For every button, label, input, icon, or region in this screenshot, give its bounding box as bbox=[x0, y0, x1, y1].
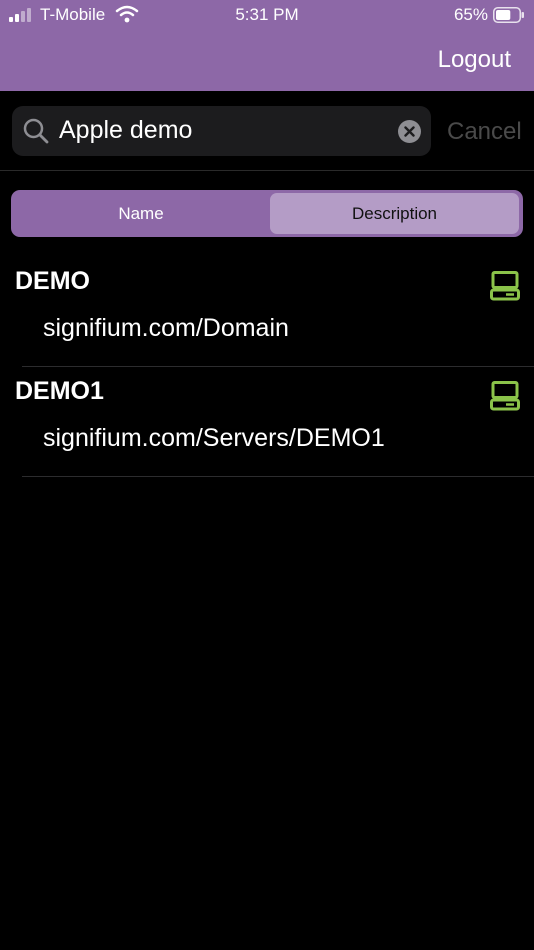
search-input[interactable]: Apple demo bbox=[59, 116, 192, 145]
computer-icon bbox=[490, 381, 520, 411]
item-subtitle: signifium.com/Servers/DEMO1 bbox=[43, 424, 385, 452]
item-title: DEMO1 bbox=[15, 377, 104, 405]
segment-name[interactable]: Name bbox=[14, 193, 268, 234]
logout-button[interactable]: Logout bbox=[438, 46, 511, 74]
cancel-button[interactable]: Cancel bbox=[447, 118, 522, 146]
item-subtitle: signifium.com/Domain bbox=[43, 314, 289, 342]
clear-icon[interactable] bbox=[398, 120, 421, 143]
segment-description[interactable]: Description bbox=[270, 193, 519, 234]
segmented-control: Name Description bbox=[11, 190, 523, 237]
battery-percent: 65% bbox=[453, 5, 488, 24]
search-icon bbox=[23, 118, 49, 144]
search-row: Apple demo Cancel bbox=[0, 91, 534, 171]
divider bbox=[22, 476, 534, 477]
list-item[interactable]: DEMO1 signifium.com/Servers/DEMO1 bbox=[0, 367, 534, 477]
computer-icon bbox=[490, 271, 520, 301]
battery-icon bbox=[493, 7, 524, 23]
item-title: DEMO bbox=[15, 267, 90, 295]
list-item[interactable]: DEMO signifium.com/Domain bbox=[0, 257, 534, 367]
search-field[interactable]: Apple demo bbox=[12, 106, 431, 156]
status-bar: T-Mobile 5:31 PM 65% bbox=[0, 0, 534, 30]
header: T-Mobile 5:31 PM 65% Logout bbox=[0, 0, 534, 91]
